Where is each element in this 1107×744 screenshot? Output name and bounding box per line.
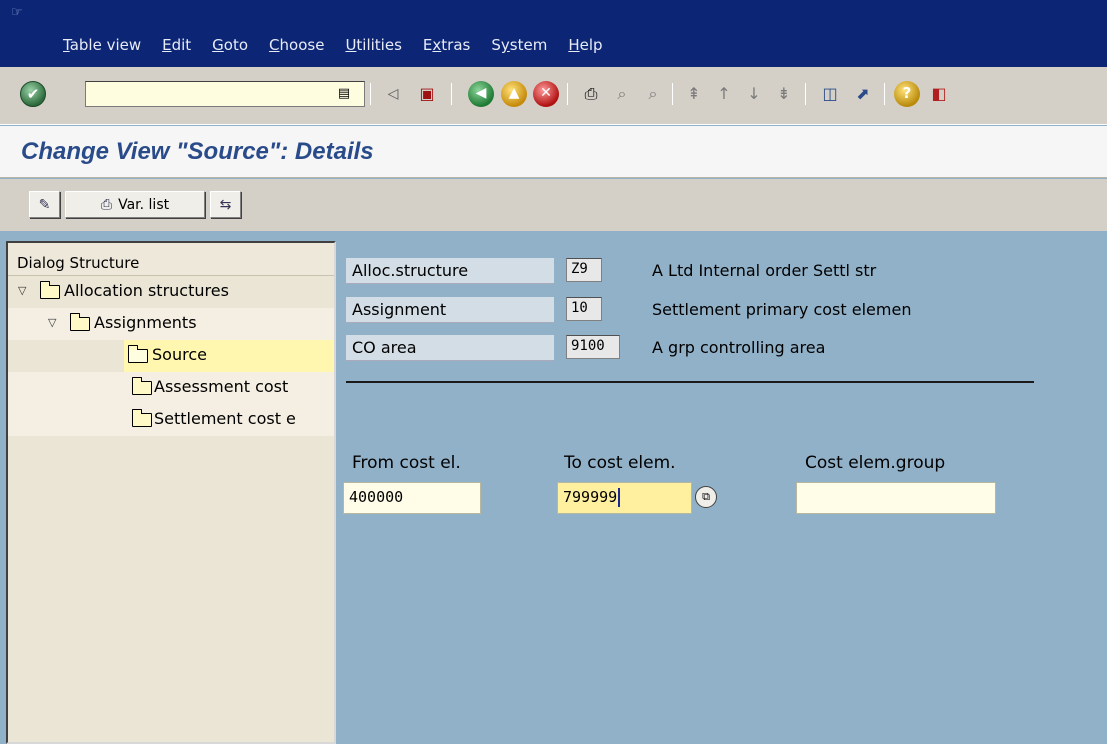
var-list-label: Var. list: [118, 196, 170, 213]
transport-button[interactable]: ⇆: [210, 191, 241, 218]
value-help-icon[interactable]: ⧉: [695, 486, 717, 508]
cost-element-group-input[interactable]: [796, 482, 996, 514]
tree-item-label: Source: [148, 340, 211, 370]
folder-icon: [131, 377, 152, 395]
menu-goto[interactable]: Goto: [212, 36, 248, 54]
enter-icon[interactable]: ✔: [20, 81, 46, 107]
last-page-icon[interactable]: ⇟: [771, 81, 797, 107]
menu-table-view[interactable]: Table view: [63, 36, 141, 54]
expand-triangle-icon[interactable]: ▽: [48, 308, 56, 338]
field-row-alloc-structure: Alloc.structure Z9 A Ltd Internal order …: [346, 258, 1107, 284]
layout-icon[interactable]: ◧: [926, 81, 952, 107]
to-cost-element-label: To cost elem.: [564, 453, 676, 473]
menu-items: Table view Edit Goto Choose Utilities Ex…: [63, 36, 624, 54]
field-row-assignment: Assignment 10 Settlement primary cost el…: [346, 297, 1107, 323]
tree-item-settlement-cost[interactable]: Settlement cost e: [8, 404, 334, 436]
from-cost-element-label: From cost el.: [352, 453, 461, 473]
system-menu-icon[interactable]: ☞: [11, 6, 25, 20]
tree-item-assessment-cost[interactable]: Assessment cost: [8, 372, 334, 404]
back-green-icon[interactable]: ◀: [468, 81, 494, 107]
transport-icon: ⇆: [219, 196, 232, 213]
cancel-icon[interactable]: ✕: [533, 81, 559, 107]
first-page-icon[interactable]: ⇞: [681, 81, 707, 107]
dialog-structure-panel: Dialog Structure ▽ Allocation structures…: [6, 241, 336, 744]
assignment-value: 10: [566, 297, 602, 321]
toolbar-separator: [805, 83, 806, 105]
application-toolbar: ✎ ⎙ Var. list ⇆: [0, 179, 1107, 231]
print-icon[interactable]: ⎙: [578, 81, 604, 107]
next-page-icon[interactable]: ↓: [741, 81, 767, 107]
new-session-icon[interactable]: ◫: [817, 81, 843, 107]
open-folder-icon: [127, 345, 148, 363]
display-change-icon: ✎: [38, 196, 51, 213]
menu-utilities[interactable]: Utilities: [345, 36, 401, 54]
folder-icon: [131, 409, 152, 427]
help-icon[interactable]: ?: [894, 81, 920, 107]
to-cost-element-value: 799999: [563, 488, 618, 506]
back-icon[interactable]: ◁: [380, 81, 406, 107]
find-icon[interactable]: ⌕: [609, 81, 635, 107]
tree-item-label: Allocation structures: [64, 281, 229, 300]
title-bar: Change View "Source": Details: [0, 126, 1107, 178]
field-row-co-area: CO area 9100 A grp controlling area: [346, 335, 1107, 361]
field-label: Alloc.structure: [346, 258, 554, 284]
folder-icon: [39, 281, 60, 299]
toolbar-separator: [567, 83, 568, 105]
co-area-value: 9100: [566, 335, 620, 359]
standard-toolbar: ✔ ▤ ◁ ▣ ◀ ▲ ✕ ⎙ ⌕ ⌕ ⇞ ↑ ↓ ⇟ ◫ ⬈ ? ◧: [0, 67, 1107, 125]
from-cost-element-value: 400000: [349, 488, 404, 506]
menu-choose[interactable]: Choose: [269, 36, 324, 54]
dialog-structure-header: Dialog Structure: [8, 243, 334, 276]
from-cost-element-input[interactable]: 400000: [343, 482, 481, 514]
page-title: Change View "Source": Details: [21, 138, 374, 165]
save-icon[interactable]: ▣: [414, 81, 440, 107]
expand-triangle-icon[interactable]: ▽: [18, 276, 26, 306]
tree-item-allocation-structures[interactable]: ▽ Allocation structures: [8, 276, 334, 308]
toolbar-separator: [672, 83, 673, 105]
previous-page-icon[interactable]: ↑: [711, 81, 737, 107]
menu-extras[interactable]: Extras: [423, 36, 470, 54]
menu-bar: ☞ Table view Edit Goto Choose Utilities …: [0, 0, 1107, 67]
details-panel: Alloc.structure Z9 A Ltd Internal order …: [338, 241, 1107, 744]
section-divider: [346, 381, 1034, 383]
field-description: A grp controlling area: [652, 338, 826, 357]
command-field[interactable]: [85, 81, 365, 107]
cost-element-group-label: Cost elem.group: [805, 453, 946, 473]
menu-help[interactable]: Help: [568, 36, 602, 54]
alloc-structure-value: Z9: [566, 258, 602, 282]
tree-item-label: Assignments: [94, 313, 197, 332]
field-label: CO area: [346, 335, 554, 361]
var-list-button[interactable]: ⎙ Var. list: [65, 191, 205, 218]
to-cost-element-input[interactable]: 799999: [557, 482, 692, 514]
tree-item-source[interactable]: Source: [8, 340, 334, 372]
tree-item-label: Settlement cost e: [154, 409, 296, 428]
display-change-button[interactable]: ✎: [29, 191, 60, 218]
field-description: A Ltd Internal order Settl str: [652, 261, 877, 280]
text-cursor: [618, 488, 621, 507]
menu-edit[interactable]: Edit: [162, 36, 191, 54]
field-label: Assignment: [346, 297, 554, 323]
toolbar-separator: [370, 83, 371, 105]
folder-icon: [69, 313, 90, 331]
tree-item-label: Assessment cost: [154, 377, 289, 396]
toolbar-separator: [884, 83, 885, 105]
exit-icon[interactable]: ▲: [501, 81, 527, 107]
menu-system[interactable]: System: [491, 36, 547, 54]
field-description: Settlement primary cost elemen: [652, 300, 912, 319]
toolbar-separator: [451, 83, 452, 105]
find-next-icon[interactable]: ⌕: [640, 81, 666, 107]
command-history-icon[interactable]: ▤: [335, 83, 353, 105]
shortcut-icon[interactable]: ⬈: [850, 81, 876, 107]
print-icon: ⎙: [100, 196, 113, 213]
tree-item-assignments[interactable]: ▽ Assignments: [8, 308, 334, 340]
